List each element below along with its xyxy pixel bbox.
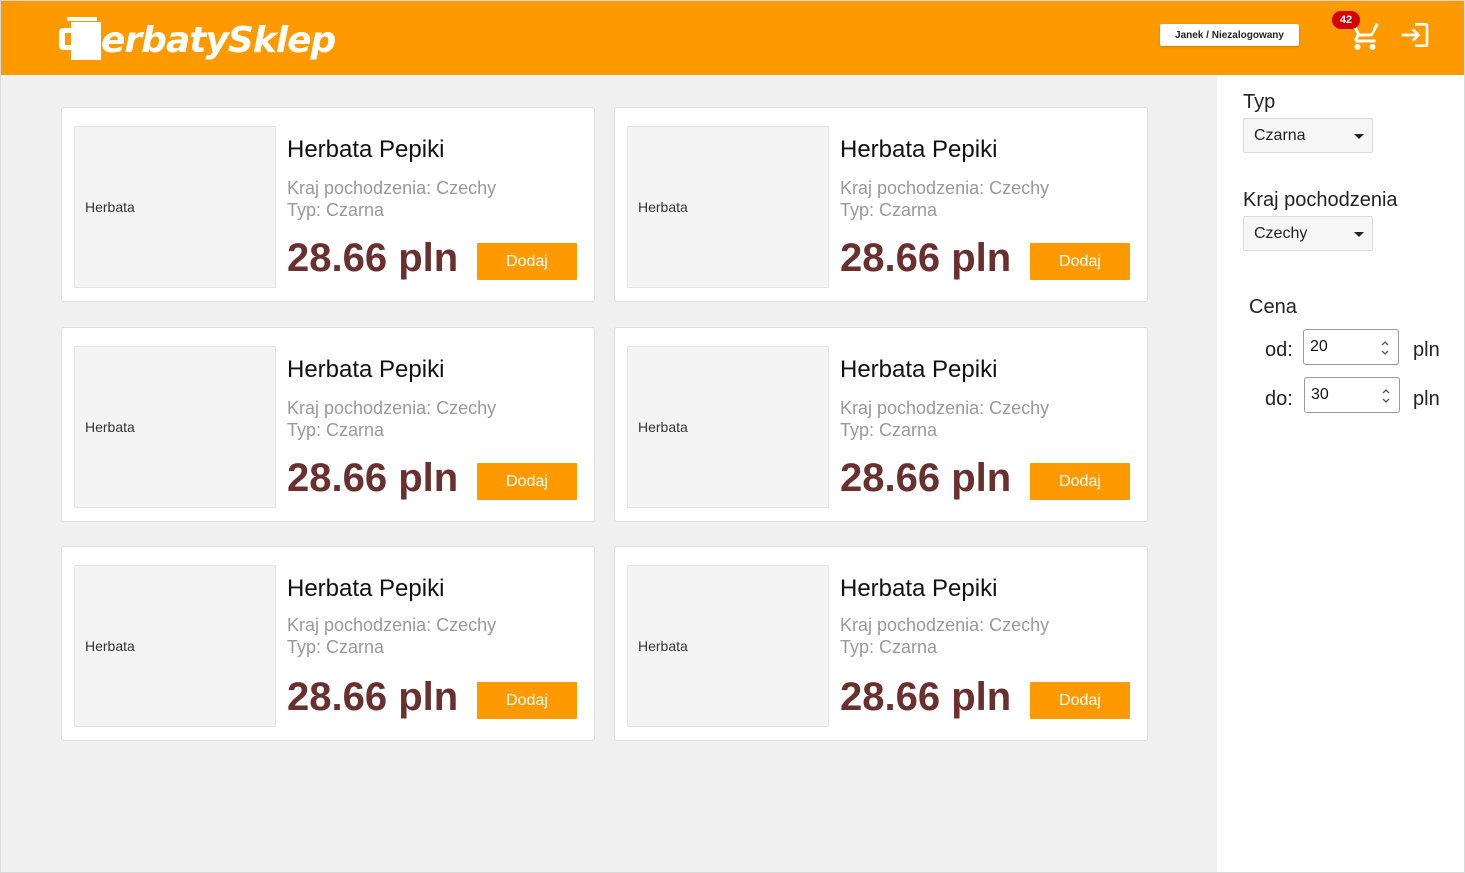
product-country: Kraj pochodzenia: Czechy [287, 178, 497, 198]
add-to-cart-button[interactable]: Dodaj [477, 243, 577, 280]
product-country: Kraj pochodzenia: Czechy [287, 615, 497, 635]
add-to-cart-button[interactable]: Dodaj [1030, 682, 1130, 719]
product-country: Kraj pochodzenia: Czechy [840, 615, 1050, 635]
product-image-alt: Herbata [638, 199, 688, 215]
product-image-alt: Herbata [85, 419, 135, 435]
price-to-currency: pln [1413, 388, 1440, 410]
chevron-down-icon [1354, 134, 1364, 139]
chevron-down-icon [1354, 232, 1364, 237]
country-filter-label: Kraj pochodzenia [1243, 189, 1398, 211]
product-price: 28.66 pln [287, 236, 459, 280]
product-title[interactable]: Herbata Pepiki [287, 356, 444, 384]
cart-count-badge: 42 [1332, 11, 1360, 29]
app-frame: erbatySklep Janek / Niezalogowany 42 Her… [0, 0, 1465, 873]
product-image-alt: Herbata [638, 419, 688, 435]
product-image-alt: Herbata [85, 638, 135, 654]
product-price: 28.66 pln [840, 675, 1012, 719]
type-filter-label: Typ [1243, 91, 1276, 113]
product-card: Herbata Herbata Pepiki Kraj pochodzenia:… [61, 107, 595, 302]
product-image: Herbata [74, 126, 276, 288]
product-price: 28.66 pln [840, 236, 1012, 280]
price-from-input[interactable]: 20 [1303, 329, 1399, 365]
user-status-button[interactable]: Janek / Niezalogowany [1160, 24, 1299, 46]
product-title[interactable]: Herbata Pepiki [840, 575, 997, 603]
product-type: Typ: Czarna [840, 420, 938, 440]
product-card: Herbata Herbata Pepiki Kraj pochodzenia:… [61, 546, 595, 741]
product-type: Typ: Czarna [287, 420, 385, 440]
product-price: 28.66 pln [840, 456, 1012, 500]
price-from-label: od: [1265, 339, 1293, 361]
logo[interactable]: erbatySklep [59, 13, 336, 63]
stepper-icon[interactable] [1381, 386, 1391, 406]
price-from-value: 20 [1310, 338, 1328, 355]
top-bar: erbatySklep Janek / Niezalogowany 42 [1, 1, 1464, 75]
product-country: Kraj pochodzenia: Czechy [840, 398, 1050, 418]
product-image: Herbata [74, 346, 276, 508]
product-image: Herbata [627, 126, 829, 288]
add-to-cart-button[interactable]: Dodaj [477, 463, 577, 500]
product-type: Typ: Czarna [840, 637, 938, 657]
product-type: Typ: Czarna [287, 200, 385, 220]
product-type: Typ: Czarna [840, 200, 938, 220]
price-to-input[interactable]: 30 [1304, 377, 1400, 413]
type-filter-value: Czarna [1254, 126, 1306, 144]
product-country: Kraj pochodzenia: Czechy [840, 178, 1050, 198]
price-to-label: do: [1265, 388, 1293, 410]
filter-sidebar: Typ Czarna Kraj pochodzenia Czechy Cena … [1217, 75, 1464, 872]
product-title[interactable]: Herbata Pepiki [287, 136, 444, 164]
product-image-alt: Herbata [638, 638, 688, 654]
product-card: Herbata Herbata Pepiki Kraj pochodzenia:… [61, 327, 595, 522]
stepper-icon[interactable] [1380, 338, 1390, 358]
product-type: Typ: Czarna [287, 637, 385, 657]
price-from-currency: pln [1413, 339, 1440, 361]
country-filter-value: Czechy [1254, 224, 1308, 242]
product-card: Herbata Herbata Pepiki Kraj pochodzenia:… [614, 546, 1148, 741]
country-filter-select[interactable]: Czechy [1243, 216, 1373, 251]
login-icon[interactable] [1399, 19, 1431, 51]
add-to-cart-button[interactable]: Dodaj [1030, 243, 1130, 280]
logo-text: erbatySklep [101, 19, 336, 61]
add-to-cart-button[interactable]: Dodaj [477, 682, 577, 719]
product-image-alt: Herbata [85, 199, 135, 215]
product-image: Herbata [627, 565, 829, 727]
product-card: Herbata Herbata Pepiki Kraj pochodzenia:… [614, 327, 1148, 522]
product-price: 28.66 pln [287, 675, 459, 719]
product-image: Herbata [74, 565, 276, 727]
product-price: 28.66 pln [287, 456, 459, 500]
type-filter-select[interactable]: Czarna [1243, 118, 1373, 153]
product-title[interactable]: Herbata Pepiki [840, 136, 997, 164]
product-image: Herbata [627, 346, 829, 508]
product-country: Kraj pochodzenia: Czechy [287, 398, 497, 418]
teapot-logo-icon [59, 14, 103, 62]
product-title[interactable]: Herbata Pepiki [287, 575, 444, 603]
product-card: Herbata Herbata Pepiki Kraj pochodzenia:… [614, 107, 1148, 302]
price-to-value: 30 [1311, 386, 1329, 403]
price-filter-label: Cena [1249, 296, 1297, 318]
product-title[interactable]: Herbata Pepiki [840, 356, 997, 384]
add-to-cart-button[interactable]: Dodaj [1030, 463, 1130, 500]
